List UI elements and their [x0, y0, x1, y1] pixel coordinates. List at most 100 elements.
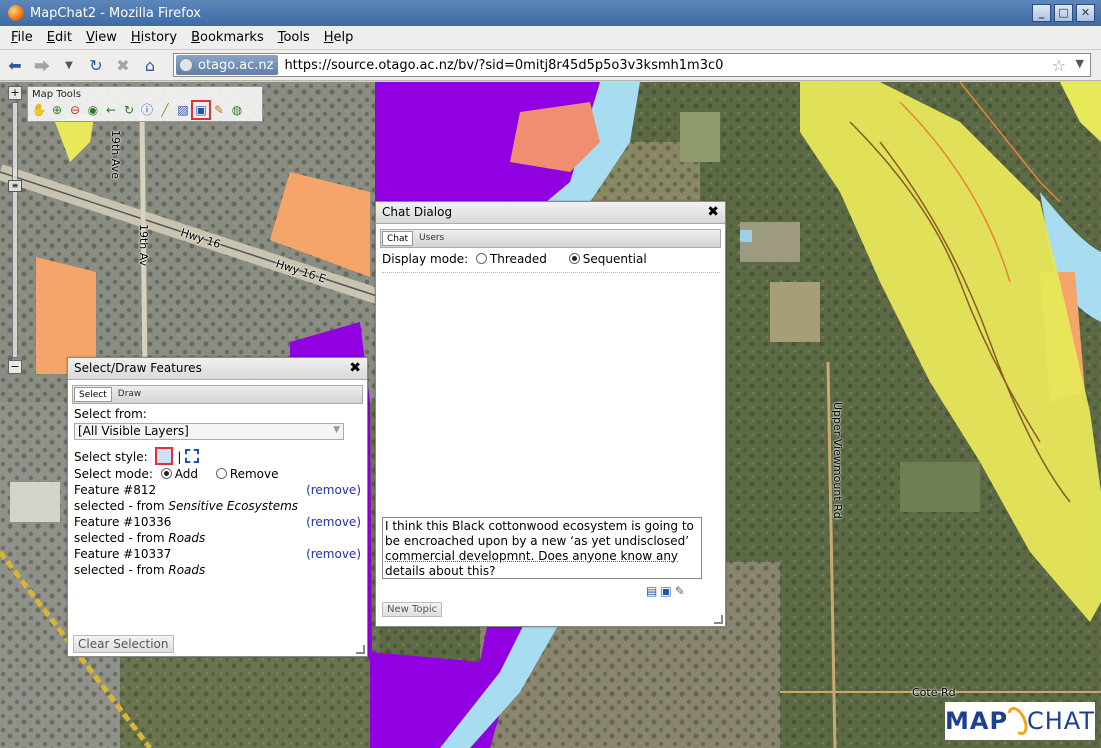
- forward-icon[interactable]: ⮕: [30, 53, 54, 77]
- zoom-extent-icon[interactable]: ◉: [85, 102, 101, 118]
- clear-selection-button[interactable]: Clear Selection: [73, 635, 174, 653]
- url-bar[interactable]: otago.ac.nz https://source.otago.ac.nz/b…: [173, 53, 1091, 77]
- select-draw-tabs: Select Draw: [72, 385, 363, 404]
- home-icon[interactable]: ⌂: [138, 53, 162, 77]
- minimize-button[interactable]: _: [1032, 4, 1051, 22]
- resize-grip-icon[interactable]: [714, 615, 723, 624]
- pen-icon[interactable]: ✎: [675, 584, 685, 598]
- zoom-out-icon[interactable]: ⊖: [67, 102, 83, 118]
- tab-draw[interactable]: Draw: [113, 386, 147, 403]
- polygon-select-icon[interactable]: [185, 449, 200, 463]
- street-label-19th-ave: 19th Ave: [109, 130, 122, 179]
- chat-divider: [382, 272, 720, 273]
- feature-name: Feature #10336: [74, 515, 172, 529]
- globe-icon: [179, 58, 193, 72]
- mode-add-radio[interactable]: [160, 468, 172, 479]
- chat-message-input[interactable]: I think this Black cottonwood ecosystem …: [382, 517, 702, 579]
- logo-chat-text: CHAT: [1026, 707, 1095, 735]
- tab-users[interactable]: Users: [414, 230, 449, 247]
- maximize-button[interactable]: □: [1054, 4, 1073, 22]
- remove-link[interactable]: (remove): [306, 547, 361, 561]
- close-icon[interactable]: ✖: [707, 204, 719, 220]
- feature-name: Feature #10337: [74, 547, 172, 561]
- select-mode-row: Select mode: Add Remove: [74, 467, 279, 481]
- select-draw-dialog: Select/Draw Features ✖ Select Draw Selec…: [67, 357, 368, 657]
- menu-edit[interactable]: Edit: [40, 30, 79, 45]
- select-icon[interactable]: ▣: [191, 100, 211, 120]
- zoom-out-button[interactable]: −: [8, 360, 22, 374]
- mode-sequential-radio[interactable]: [568, 253, 580, 264]
- zoom-thumb[interactable]: ≡: [8, 180, 22, 192]
- back-icon[interactable]: ⬅: [3, 53, 27, 77]
- feature-source: selected - from Sensitive Ecosystems: [74, 499, 299, 513]
- menu-tools[interactable]: Tools: [271, 30, 317, 45]
- mode-remove-radio[interactable]: [215, 468, 227, 479]
- mapchat-logo: MAP CHAT: [945, 702, 1095, 740]
- stop-icon[interactable]: ✖: [111, 53, 135, 77]
- box-select-icon[interactable]: [155, 447, 174, 465]
- chat-dialog: Chat Dialog ✖ Chat Users Display mode: T…: [375, 201, 726, 627]
- close-window-button[interactable]: ✕: [1076, 4, 1095, 22]
- url-dropdown-icon[interactable]: ▼: [1076, 57, 1084, 70]
- tab-select[interactable]: Select: [74, 387, 112, 402]
- map-tools-panel: Map Tools ✋ ⊕ ⊖ ◉ ← ↻ ⓘ ╱ ▨ ▣ ✎ ◍: [27, 86, 263, 122]
- zoom-slider[interactable]: + ≡ −: [8, 86, 22, 376]
- message-line: I think this Black cottonwood ecosystem …: [385, 519, 694, 533]
- attach-feature-icon[interactable]: ▤: [646, 584, 657, 598]
- logo-map-text: MAP: [945, 707, 1009, 735]
- chat-dialog-header[interactable]: Chat Dialog ✖: [376, 202, 725, 224]
- map-tools-icons: ✋ ⊕ ⊖ ◉ ← ↻ ⓘ ╱ ▨ ▣ ✎ ◍: [28, 100, 262, 120]
- select-style-row: Select style: |: [74, 447, 200, 465]
- select-draw-dialog-header[interactable]: Select/Draw Features ✖: [68, 358, 367, 380]
- feature-name: Feature #812: [74, 483, 157, 497]
- draw-icon[interactable]: ✎: [211, 102, 227, 118]
- mode-threaded-radio[interactable]: [475, 253, 487, 264]
- url-text[interactable]: https://source.otago.ac.nz/bv/?sid=0mitj…: [284, 58, 723, 73]
- feature-source: selected - from Roads: [74, 563, 206, 577]
- zoom-track[interactable]: [12, 102, 18, 358]
- select-style-label: Select style:: [74, 450, 148, 464]
- remove-link[interactable]: (remove): [306, 515, 361, 529]
- bookmark-star-icon[interactable]: ☆: [1052, 56, 1066, 75]
- chat-input-tools: ▤ ▣ ✎: [646, 584, 685, 598]
- select-from-dropdown[interactable]: [All Visible Layers] ▼: [74, 423, 344, 440]
- mode-sequential-label[interactable]: Sequential: [583, 252, 647, 266]
- pan-icon[interactable]: ✋: [31, 102, 47, 118]
- measure-icon[interactable]: ╱: [157, 102, 173, 118]
- select-mode-label: Select mode:: [74, 467, 153, 481]
- refresh-icon[interactable]: ↻: [121, 102, 137, 118]
- menu-view[interactable]: View: [79, 30, 124, 45]
- info-icon[interactable]: ⓘ: [139, 102, 155, 118]
- select-area-icon[interactable]: ▣: [660, 584, 671, 598]
- previous-extent-icon[interactable]: ←: [103, 102, 119, 118]
- new-topic-button[interactable]: New Topic: [382, 602, 443, 617]
- help-icon[interactable]: ◍: [229, 102, 245, 118]
- street-label-cote-rd: Cote Rd: [912, 686, 956, 699]
- zoom-box-icon[interactable]: ▨: [175, 102, 191, 118]
- navigation-toolbar: ⬅ ⮕ ▼ ↻ ✖ ⌂ otago.ac.nz https://source.o…: [0, 50, 1101, 81]
- resize-grip-icon[interactable]: [356, 645, 365, 654]
- reload-icon[interactable]: ↻: [84, 53, 108, 77]
- zoom-in-icon[interactable]: ⊕: [49, 102, 65, 118]
- close-icon[interactable]: ✖: [349, 360, 361, 376]
- window-title: MapChat2 - Mozilla Firefox: [30, 5, 201, 21]
- site-identity-button[interactable]: otago.ac.nz: [176, 55, 279, 75]
- history-dropdown-icon[interactable]: ▼: [57, 53, 81, 77]
- feature-source: selected - from Roads: [74, 531, 206, 545]
- zoom-in-button[interactable]: +: [8, 86, 22, 100]
- remove-link[interactable]: (remove): [306, 483, 361, 497]
- menu-help[interactable]: Help: [317, 30, 361, 45]
- menu-bookmarks[interactable]: Bookmarks: [184, 30, 271, 45]
- tab-chat[interactable]: Chat: [382, 231, 414, 246]
- mode-remove-label[interactable]: Remove: [230, 467, 279, 481]
- mode-threaded-label[interactable]: Threaded: [490, 252, 547, 266]
- chat-messages-area: [382, 274, 720, 514]
- menu-history[interactable]: History: [124, 30, 184, 45]
- window-titlebar: MapChat2 - Mozilla Firefox _ □ ✕: [0, 0, 1101, 26]
- menu-file[interactable]: File: [4, 30, 40, 45]
- street-label-upper-viewmount: Upper Viewmount Rd: [831, 402, 844, 519]
- mode-add-label[interactable]: Add: [175, 467, 198, 481]
- chat-dialog-title: Chat Dialog: [382, 205, 453, 219]
- select-from-label: Select from:: [74, 407, 147, 421]
- separator: |: [177, 450, 186, 464]
